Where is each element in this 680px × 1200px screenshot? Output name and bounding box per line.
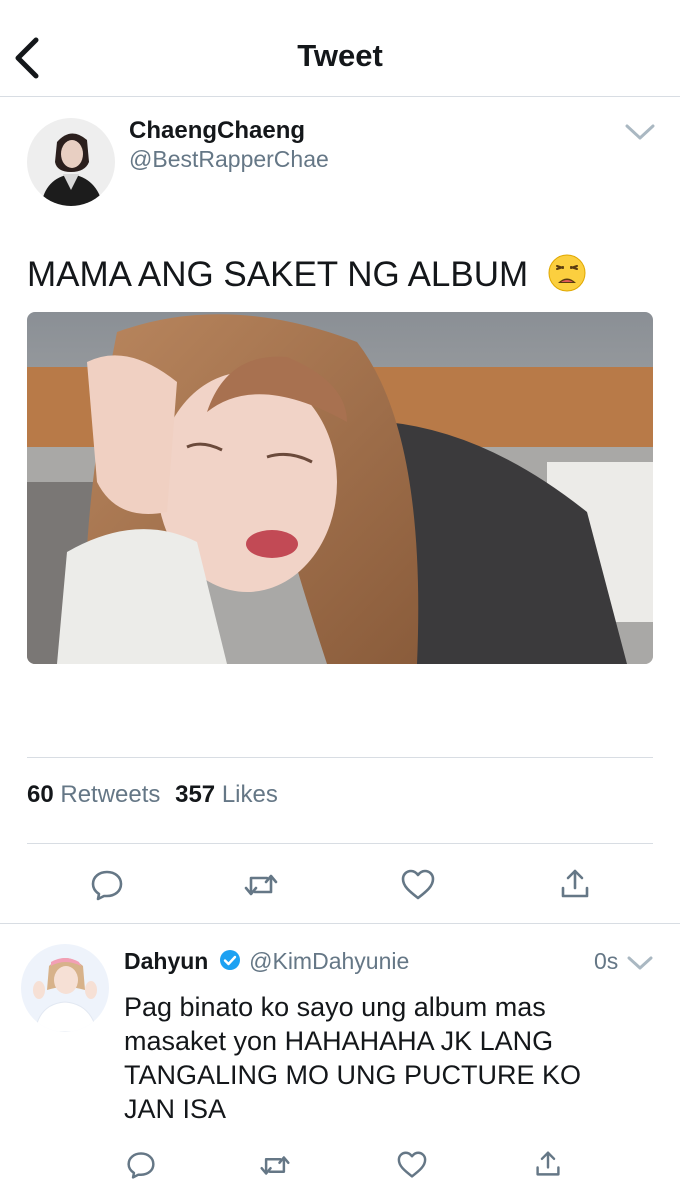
retweets-label: Retweets: [60, 781, 161, 808]
stats-top-divider: [27, 757, 653, 758]
reply-avatar[interactable]: [21, 944, 109, 1032]
reply-timestamp: 0s: [594, 948, 619, 974]
tweet-text: MAMA ANG SAKET NG ALBUM: [27, 254, 586, 301]
avatar[interactable]: [27, 118, 115, 206]
tweet-emoji: [548, 254, 586, 301]
reply-share-button[interactable]: [535, 1150, 561, 1178]
tweet-options-button[interactable]: [624, 120, 656, 144]
reply-options-button[interactable]: [626, 952, 654, 974]
share-icon: [561, 869, 589, 898]
reply-retweet-button[interactable]: [259, 1152, 291, 1179]
retweets-count: 60: [27, 781, 54, 808]
reply-header: Dahyun @KimDahyunie: [124, 948, 409, 977]
share-button[interactable]: [560, 868, 590, 900]
reply-button[interactable]: [90, 868, 124, 902]
reply-text-line: TANGALING MO UNG PUCTURE KO: [124, 1060, 582, 1090]
retweet-icon: [244, 874, 278, 896]
share-icon: [536, 1151, 560, 1176]
reply-author-handle[interactable]: @KimDahyunie: [249, 948, 409, 974]
reply-reply-button[interactable]: [126, 1150, 156, 1180]
reply-text-line: JAN ISA: [124, 1094, 227, 1124]
likes-stat[interactable]: 357 Likes: [175, 781, 278, 808]
weary-face-icon: [548, 254, 586, 292]
reply-text: Pag binato ko sayo ung album mas masaket…: [124, 990, 581, 1126]
retweet-button[interactable]: [243, 870, 279, 900]
reply-like-button[interactable]: [397, 1151, 427, 1179]
page-title: Tweet: [297, 38, 383, 73]
tweet-stats: 60 Retweets 357 Likes: [27, 781, 278, 809]
retweet-icon: [260, 1156, 290, 1175]
retweets-stat[interactable]: 60 Retweets: [27, 781, 167, 808]
reply-icon: [91, 870, 123, 901]
tweet-text-body: MAMA ANG SAKET NG ALBUM: [27, 255, 529, 294]
tweet-photo[interactable]: [27, 312, 653, 664]
author-handle[interactable]: @BestRapperChae: [129, 146, 329, 173]
reply-icon: [127, 1152, 155, 1179]
header-divider: [0, 96, 680, 97]
likes-count: 357: [175, 781, 216, 808]
author-name[interactable]: ChaengChaeng: [129, 117, 305, 145]
reply-text-line: masaket yon HAHAHAHA JK LANG: [124, 1026, 554, 1056]
chevron-down-icon: [625, 124, 655, 140]
likes-label: Likes: [221, 781, 278, 808]
stats-bottom-divider: [27, 843, 653, 844]
verified-badge-icon: [219, 949, 241, 977]
chevron-down-icon: [627, 956, 653, 970]
heart-icon: [397, 1151, 427, 1178]
like-button[interactable]: [401, 869, 435, 901]
reply-author-name[interactable]: Dahyun: [124, 948, 208, 974]
reply-text-line: Pag binato ko sayo ung album mas: [124, 992, 546, 1022]
reply-tweet[interactable]: Dahyun @KimDahyunie 0s Pag binato ko say…: [0, 924, 680, 1200]
heart-icon: [401, 869, 435, 900]
